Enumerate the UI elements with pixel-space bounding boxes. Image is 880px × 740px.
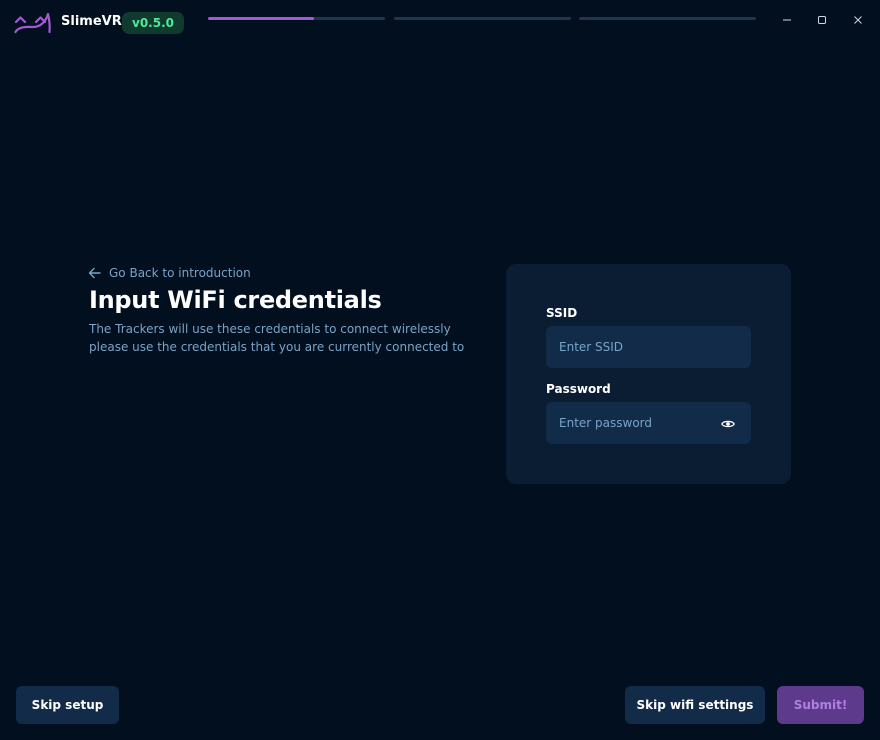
back-to-introduction-link[interactable]: Go Back to introduction <box>88 264 251 282</box>
page-title: Input WiFi credentials <box>89 286 382 314</box>
minimize-icon <box>783 19 791 21</box>
skip-setup-button[interactable]: Skip setup <box>16 686 119 724</box>
description-line-1: The Trackers will use these credentials … <box>89 322 451 336</box>
app-name: SlimeVR <box>61 14 122 29</box>
ssid-label: SSID <box>546 306 578 320</box>
password-label: Password <box>546 382 611 396</box>
submit-button[interactable]: Submit! <box>777 686 864 724</box>
description-line-2: please use the credentials that you are … <box>89 340 465 354</box>
show-password-toggle[interactable] <box>718 414 738 434</box>
skip-wifi-settings-button[interactable]: Skip wifi settings <box>625 686 765 724</box>
minimize-button[interactable] <box>774 9 800 31</box>
title-bar[interactable]: SlimeVR v0.5.0 <box>0 0 880 42</box>
progress-step-3 <box>579 17 756 20</box>
slimevr-logo-icon <box>14 12 51 34</box>
close-button[interactable] <box>845 9 871 31</box>
page-description: The Trackers will use these credentials … <box>89 320 479 356</box>
maximize-icon <box>818 16 826 24</box>
eye-icon <box>721 420 735 428</box>
progress-step-1 <box>208 17 385 20</box>
progress-step-1-fill <box>208 17 315 20</box>
maximize-button[interactable] <box>809 9 835 31</box>
progress-step-2 <box>394 17 571 20</box>
app-window: SlimeVR v0.5.0 Go Back to introduction I… <box>0 0 880 740</box>
ssid-input[interactable] <box>546 326 751 368</box>
wifi-form-card: SSID Password <box>506 264 791 484</box>
close-icon <box>854 16 862 24</box>
version-badge: v0.5.0 <box>122 12 184 34</box>
arrow-left-icon <box>88 267 101 279</box>
back-link-label: Go Back to introduction <box>109 266 251 280</box>
